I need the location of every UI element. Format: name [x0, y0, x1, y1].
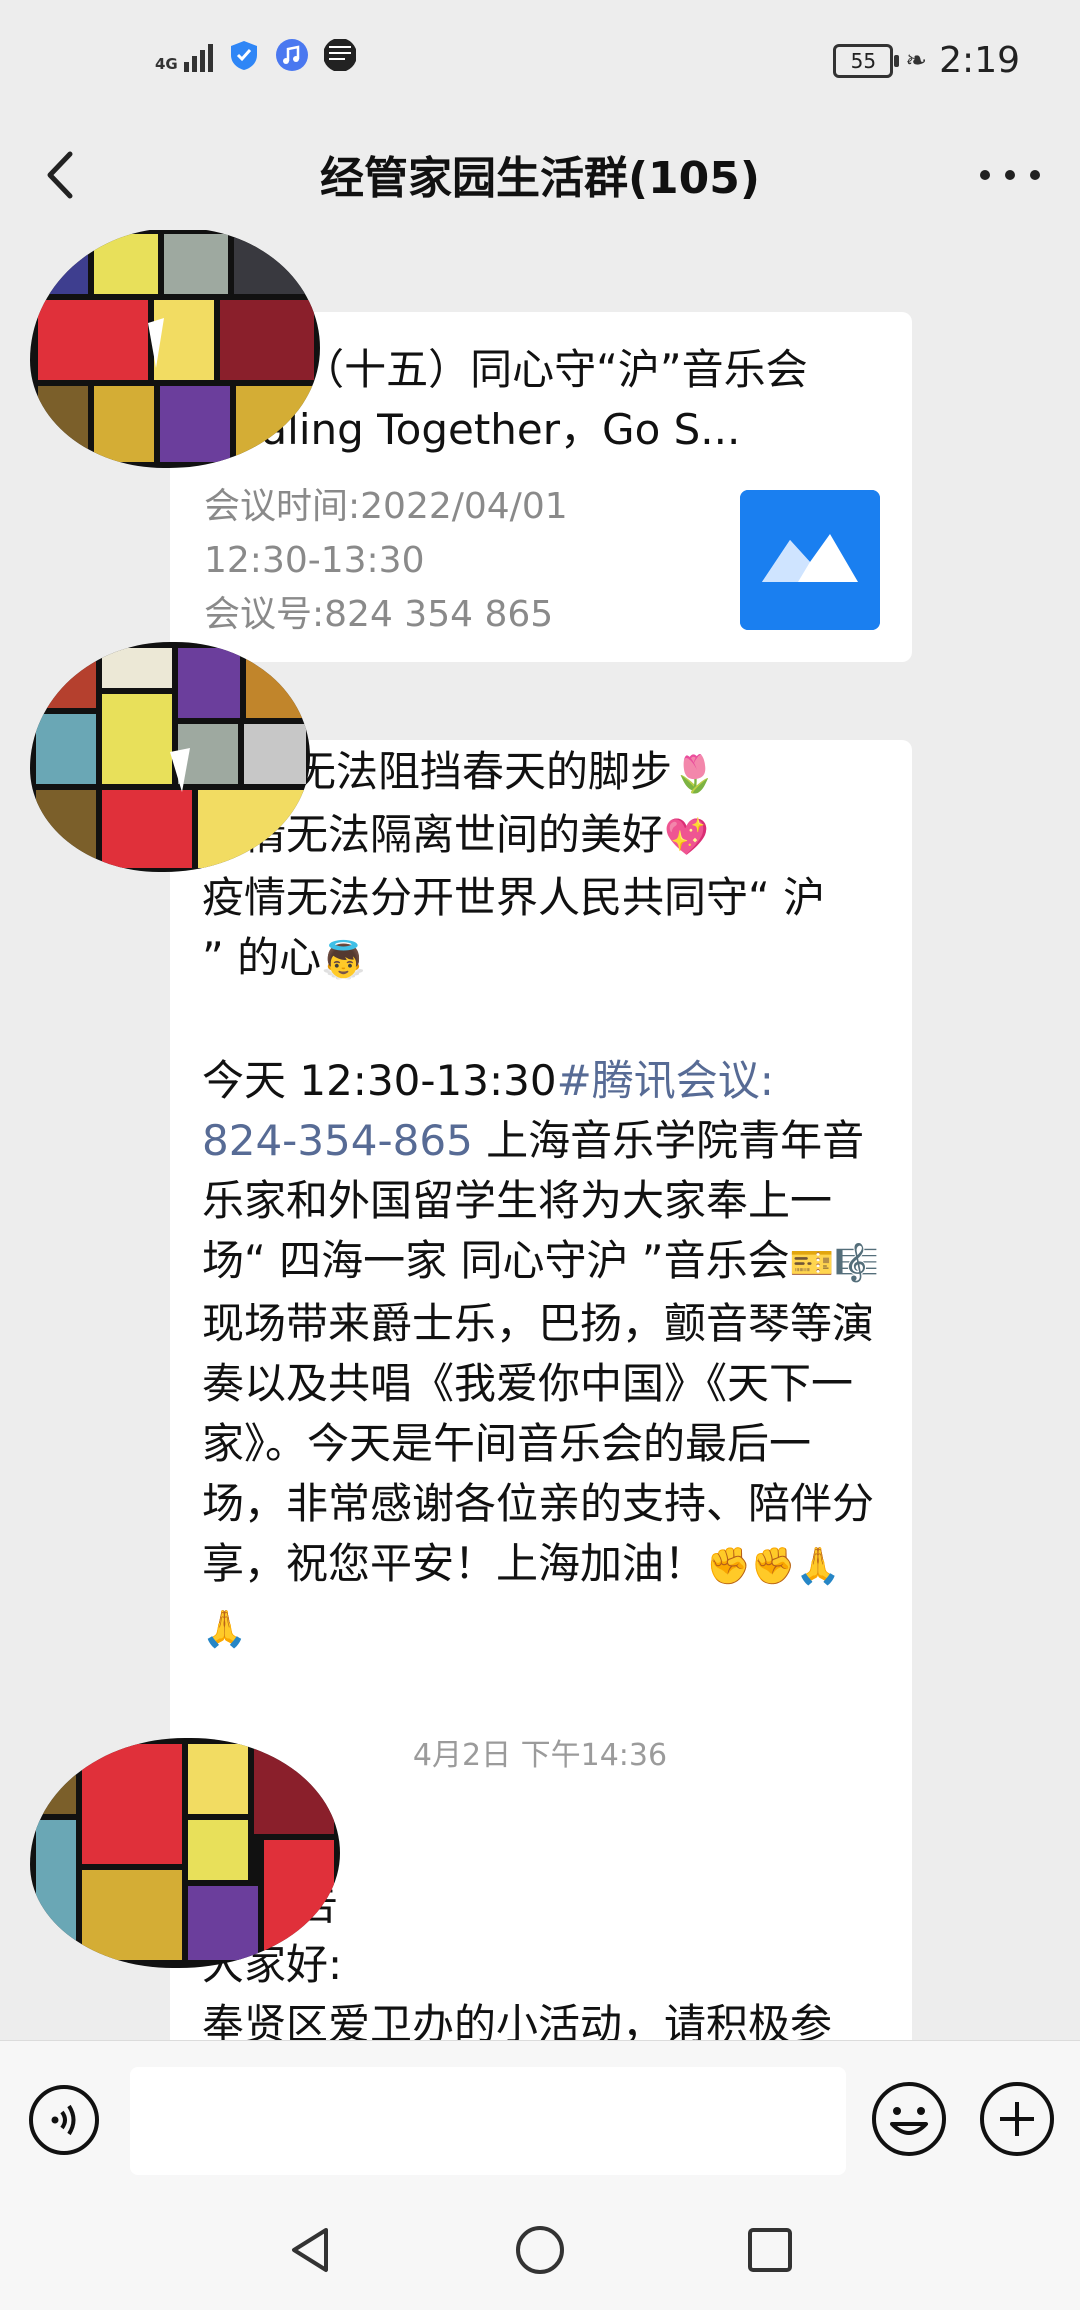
status-left-icons: 4G — [155, 38, 357, 72]
message-text: 无法阻挡春天的脚步🌷 疫情无法隔离世间的美好💖 疫情无法分开世界人民共同守“ 沪… — [170, 740, 912, 1684]
power-saving-icon: ❧ — [905, 45, 928, 76]
more-dot — [1005, 170, 1015, 180]
system-navigation-bar — [0, 2200, 1080, 2310]
more-dot — [980, 170, 990, 180]
message-input[interactable] — [130, 2067, 846, 2175]
signal-icon: 4G — [155, 38, 213, 72]
notice-line-3: 奉贤区爱卫办的小活动，请积极参 — [202, 2000, 833, 2040]
p2-body-2: 现场带来爵士乐，巴扬，颤音琴等演奏以及共唱《我爱你中国》《天下一家》。今天是午间… — [202, 1299, 875, 1588]
avatar-image — [30, 230, 320, 468]
nav-back-button[interactable] — [280, 2220, 340, 2280]
tulip-emoji: 🌷 — [672, 754, 717, 795]
battery-level: 55 — [850, 48, 877, 73]
news-app-icon — [323, 39, 356, 71]
tencent-meeting-logo — [740, 490, 880, 630]
avatar[interactable] — [30, 642, 310, 872]
avatar-image — [30, 1738, 340, 1968]
poem-line-1: 无法阻挡春天的脚步 — [294, 747, 673, 796]
poem-line-4: ” 的心 — [202, 933, 322, 982]
more-dot — [1030, 170, 1040, 180]
music-emoji: 🎼 — [834, 1243, 880, 1284]
avatar-image — [30, 642, 310, 872]
network-type: 4G — [155, 55, 178, 73]
more-button[interactable] — [980, 150, 1040, 200]
voice-button[interactable] — [28, 2084, 100, 2156]
battery-icon: 55 — [833, 43, 900, 78]
status-bar: 4G 55 ❧ 2:19 — [0, 0, 1080, 120]
meeting-id: 会议号:824 354 865 — [204, 594, 554, 635]
nav-recent-button[interactable] — [740, 2220, 800, 2280]
chat-title: 经管家园生活群(105) — [319, 153, 761, 204]
avatar[interactable] — [30, 230, 320, 468]
meeting-span: 12:30-13:30 — [204, 540, 425, 581]
poem-line-3: 疫情无法分开世界人民共同守“ 沪 — [202, 873, 826, 922]
input-bar — [0, 2040, 1080, 2201]
ticket-emoji: 🎫 — [789, 1243, 835, 1284]
heart-emoji: 💖 — [664, 817, 709, 858]
plus-button[interactable] — [978, 2080, 1056, 2158]
clock: 2:19 — [939, 40, 1020, 81]
chat-area[interactable]: 邀请:（十五）同心守“沪”音乐会 Healing Together，Go S..… — [0, 230, 1080, 2040]
p2-intro: 今天 12:30-13:30 — [202, 1056, 557, 1105]
music-app-icon — [275, 39, 308, 71]
status-right: 55 ❧ 2:19 — [833, 40, 1020, 81]
emoji-button[interactable] — [870, 2080, 948, 2158]
nav-home-button[interactable] — [510, 2220, 570, 2280]
shield-app-icon — [230, 41, 257, 70]
chat-header: 经管家园生活群(105) — [0, 120, 1080, 230]
meeting-card-meta: 会议时间:2022/04/01 12:30-13:30 会议号:824 354 … — [204, 480, 568, 642]
avatar[interactable] — [30, 1738, 340, 1968]
angel-emoji: 👼 — [321, 940, 366, 981]
meeting-time: 会议时间:2022/04/01 — [204, 486, 568, 527]
